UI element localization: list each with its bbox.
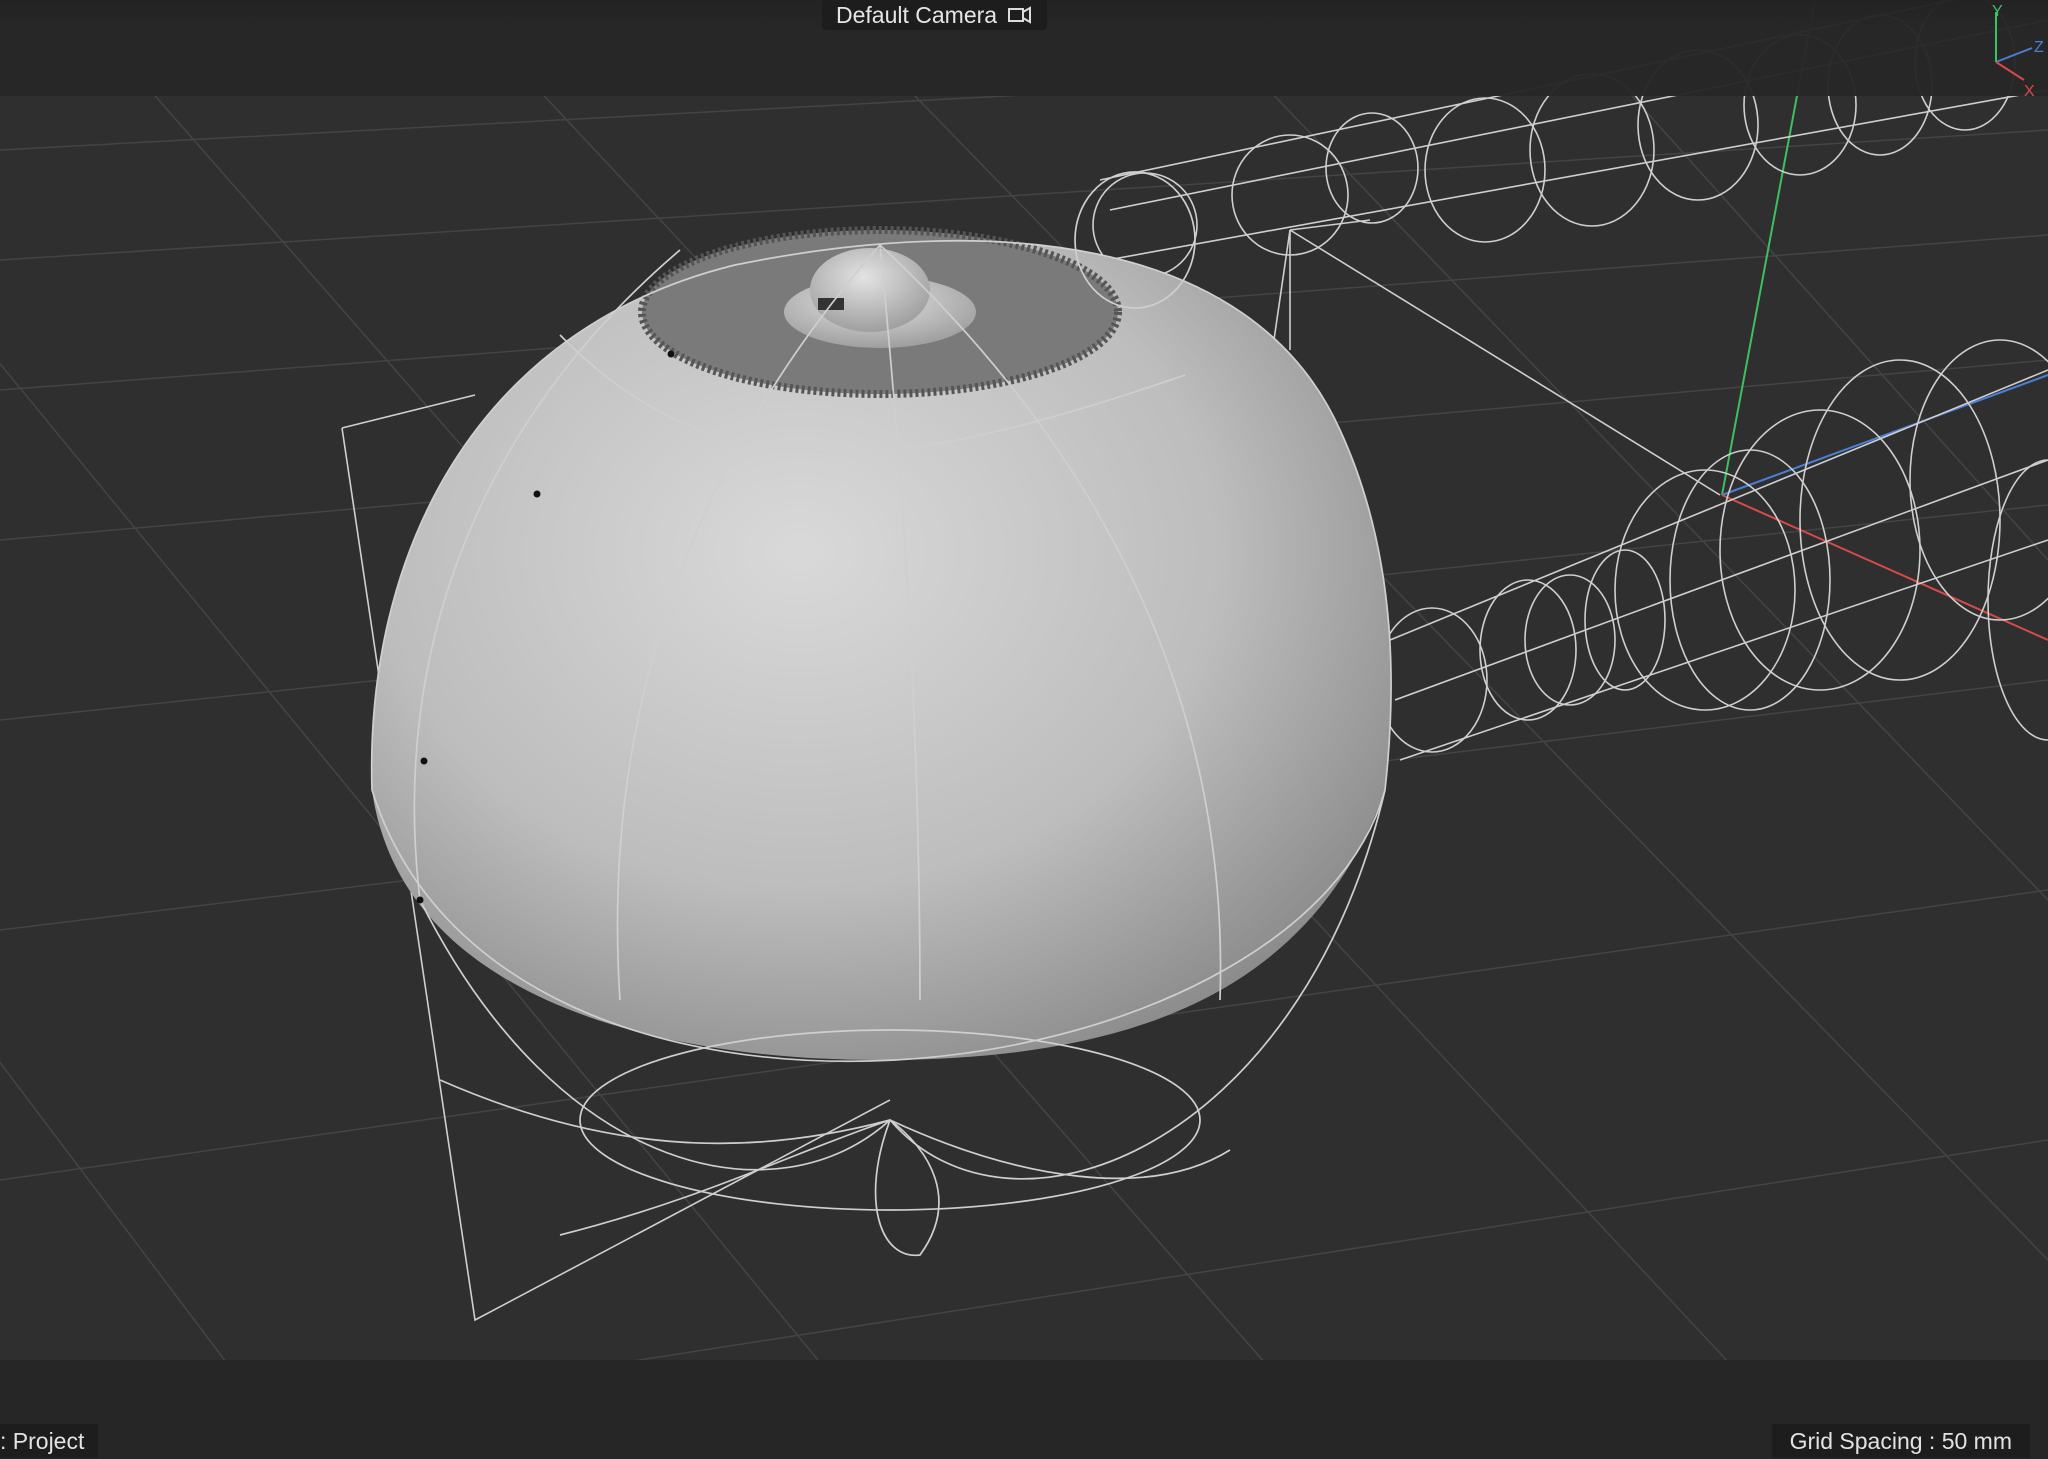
- project-label: : Project: [0, 1424, 99, 1458]
- dome-model[interactable]: [371, 226, 1392, 1061]
- axis-y-label: Y: [1992, 3, 2003, 20]
- lower-tube-wireframe: [1376, 339, 2048, 761]
- camera-label-text: Default Camera: [836, 1, 998, 28]
- camera-selector[interactable]: Default Camera: [822, 0, 1048, 30]
- axis-x-label: X: [2024, 83, 2035, 100]
- 3d-viewport[interactable]: Default Camera Y Z X : Project Grid Spac…: [0, 0, 2048, 1459]
- viewport-scene[interactable]: [0, 0, 2048, 1459]
- grid-spacing-readout: Grid Spacing : 50 mm: [1771, 1424, 2030, 1458]
- axis-gizmo[interactable]: Y Z X: [1972, 0, 2048, 110]
- axis-z-label: Z: [2034, 39, 2044, 56]
- camera-icon[interactable]: [1007, 4, 1033, 26]
- viewport-bottom-bar: [0, 1360, 2048, 1459]
